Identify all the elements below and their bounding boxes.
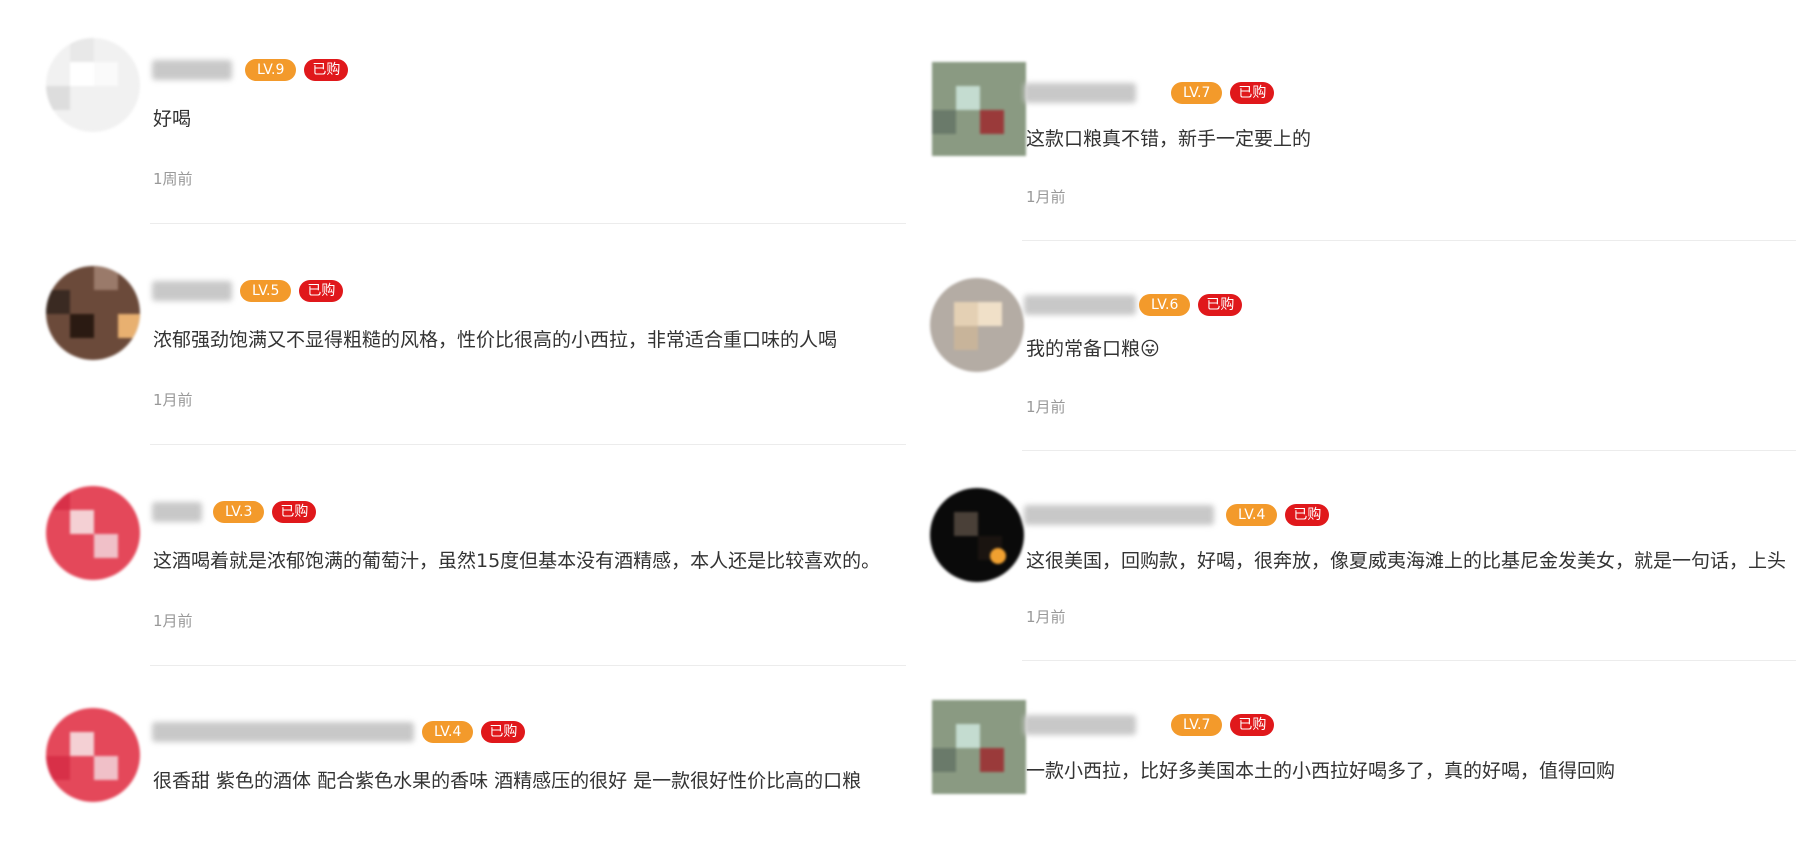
username-blurred[interactable] [152,281,232,301]
purchased-badge: 已购 [1230,82,1275,104]
purchased-badge: 已购 [481,721,526,743]
badge-group: LV.3 已购 [213,501,317,523]
divider [150,444,906,445]
divider [1022,240,1796,241]
review-text: 这很美国，回购款，好喝，很奔放，像夏威夷海滩上的比基尼金发美女，就是一句话，上头 [1026,550,1787,572]
review-text: 这款口粮真不错，新手一定要上的 [1026,128,1312,150]
user-avatar[interactable] [46,708,140,802]
divider [150,223,906,224]
purchased-badge: 已购 [304,59,349,81]
review-text: 好喝 [153,108,192,130]
purchased-badge: 已购 [299,280,344,302]
badge-group: LV.4 已购 [1226,504,1330,526]
badge-group: LV.6 已购 [1139,294,1243,316]
user-avatar[interactable] [932,62,1026,156]
level-badge: LV.3 [213,501,265,523]
badge-group: LV.5 已购 [240,280,344,302]
badge-group: LV.9 已购 [245,59,349,81]
level-badge: LV.7 [1171,82,1223,104]
review-time: 1月前 [153,612,193,630]
user-avatar[interactable] [46,266,140,360]
review-text: 很香甜 紫色的酒体 配合紫色水果的香味 酒精感压的很好 是一款很好性价比高的口粮 [153,770,862,792]
level-badge: LV.7 [1171,714,1223,736]
username-blurred[interactable] [1024,505,1214,525]
level-badge: LV.9 [245,59,297,81]
badge-group: LV.4 已购 [422,721,526,743]
username-blurred[interactable] [1024,83,1136,103]
level-badge: LV.4 [422,721,474,743]
purchased-badge: 已购 [1198,294,1243,316]
review-time: 1周前 [153,170,193,188]
purchased-badge: 已购 [1285,504,1330,526]
user-avatar[interactable] [930,278,1024,372]
user-avatar[interactable] [932,700,1026,794]
review-time: 1月前 [1026,608,1066,626]
user-avatar[interactable] [46,38,140,132]
username-blurred[interactable] [152,722,414,742]
review-time: 1月前 [1026,398,1066,416]
purchased-badge: 已购 [272,501,317,523]
user-avatar[interactable] [930,488,1024,582]
review-text: 我的常备口粮😛 [1026,338,1160,360]
level-badge: LV.4 [1226,504,1278,526]
review-time: 1月前 [153,391,193,409]
badge-group: LV.7 已购 [1171,714,1275,736]
review-text: 这酒喝着就是浓郁饱满的葡萄汁，虽然15度但基本没有酒精感，本人还是比较喜欢的。 [153,550,881,572]
review-time: 1月前 [1026,188,1066,206]
username-blurred[interactable] [1024,295,1136,315]
user-avatar[interactable] [46,486,140,580]
divider [1022,450,1796,451]
username-blurred[interactable] [152,502,202,522]
level-badge: LV.5 [240,280,292,302]
review-text: 浓郁强劲饱满又不显得粗糙的风格，性价比很高的小西拉，非常适合重口味的人喝 [153,329,838,351]
username-blurred[interactable] [152,60,232,80]
purchased-badge: 已购 [1230,714,1275,736]
badge-group: LV.7 已购 [1171,82,1275,104]
divider [150,665,906,666]
level-badge: LV.6 [1139,294,1191,316]
review-text: 一款小西拉，比好多美国本土的小西拉好喝多了，真的好喝，值得回购 [1026,760,1616,782]
divider [1022,660,1796,661]
username-blurred[interactable] [1024,715,1136,735]
